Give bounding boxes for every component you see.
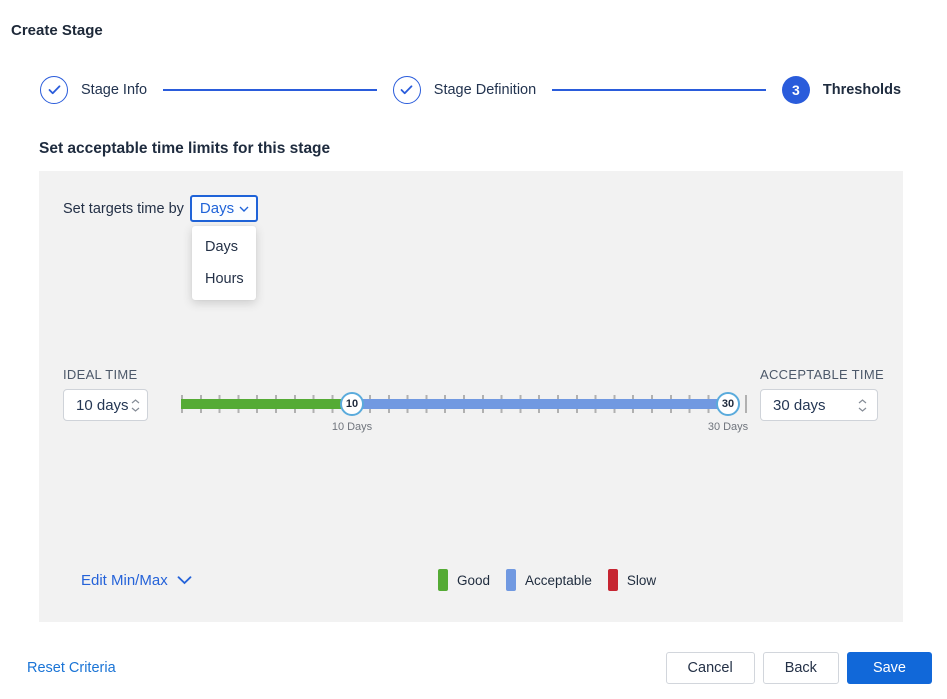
slider-handle-max[interactable]: 30: [716, 392, 740, 416]
edit-minmax-link[interactable]: Edit Min/Max: [81, 572, 192, 589]
acceptable-time-input[interactable]: 30 days: [760, 389, 878, 421]
menu-item-days[interactable]: Days: [192, 231, 256, 263]
chevron-up-icon[interactable]: [131, 398, 140, 404]
step-label: Stage Info: [81, 82, 148, 98]
menu-item-hours[interactable]: Hours: [192, 263, 256, 295]
step-complete-circle: [40, 76, 68, 104]
step-label: Thresholds: [822, 82, 902, 98]
threshold-legend: Good Acceptable Slow: [438, 569, 656, 591]
step-thresholds[interactable]: 3 Thresholds: [781, 76, 902, 104]
legend-label: Slow: [626, 572, 657, 588]
thresholds-panel: Set targets time by Days Days Hours IDEA…: [39, 171, 903, 622]
legend-label: Acceptable: [525, 572, 592, 588]
step-stage-info[interactable]: Stage Info: [40, 76, 147, 104]
acceptable-time-value: 30 days: [773, 396, 826, 414]
legend-label: Good: [457, 572, 491, 588]
stepper: Stage Info Stage Definition 3 Thresholds: [40, 76, 901, 104]
acceptable-time-stepper[interactable]: [852, 398, 877, 412]
reset-criteria-link[interactable]: Reset Criteria: [27, 660, 116, 676]
check-icon: [400, 85, 413, 95]
step-stage-definition[interactable]: Stage Definition: [392, 76, 537, 104]
stepper-connector: [552, 89, 766, 91]
section-heading: Set acceptable time limits for this stag…: [39, 140, 331, 157]
chevron-down-icon[interactable]: [858, 407, 867, 412]
stepper-connector: [163, 89, 377, 91]
ideal-time-input[interactable]: 10 days: [63, 389, 148, 421]
cancel-button[interactable]: Cancel: [665, 652, 755, 684]
chevron-down-icon[interactable]: [131, 407, 140, 412]
targets-label: Set targets time by: [63, 200, 184, 217]
good-swatch: [438, 569, 448, 591]
ideal-time-label: IDEAL TIME: [63, 367, 138, 382]
create-stage-dialog: Create Stage Stage Info Stage Definition…: [0, 0, 947, 699]
edit-minmax-label: Edit Min/Max: [81, 572, 168, 589]
legend-item-good: Good: [438, 569, 490, 591]
slider-max-label: 30 Days: [707, 421, 749, 433]
legend-item-slow: Slow: [607, 569, 657, 591]
slow-swatch: [607, 569, 618, 591]
page-title: Create Stage: [11, 22, 103, 39]
check-icon: [48, 85, 61, 95]
unit-select-menu: Days Hours: [192, 226, 256, 300]
legend-item-acceptable: Acceptable: [506, 569, 592, 591]
time-range-slider: 10 30 10 Days 30 Days: [181, 392, 749, 438]
slider-min-label: 10 Days: [331, 421, 373, 433]
footer-buttons: Cancel Back Save: [665, 652, 932, 684]
unit-select-value: Days: [199, 200, 235, 217]
unit-select-dropdown[interactable]: Days: [189, 195, 259, 222]
acceptable-time-label: ACCEPTABLE TIME: [760, 367, 884, 382]
step-label: Stage Definition: [433, 82, 537, 98]
slider-handle-min[interactable]: 10: [340, 392, 364, 416]
step-number-circle: 3: [781, 76, 810, 104]
acceptable-swatch: [506, 569, 517, 591]
step-complete-circle: [392, 76, 421, 104]
ideal-time-stepper[interactable]: [129, 398, 147, 412]
targets-row: Set targets time by Days: [63, 195, 259, 222]
chevron-down-icon: [239, 206, 249, 212]
ideal-time-value: 10 days: [76, 396, 129, 414]
chevron-up-icon[interactable]: [858, 398, 867, 404]
chevron-down-icon: [177, 576, 192, 585]
slider-track-acceptable[interactable]: [352, 399, 728, 409]
back-button[interactable]: Back: [762, 652, 839, 684]
slider-track-good[interactable]: [181, 399, 352, 409]
save-button[interactable]: Save: [846, 652, 932, 684]
